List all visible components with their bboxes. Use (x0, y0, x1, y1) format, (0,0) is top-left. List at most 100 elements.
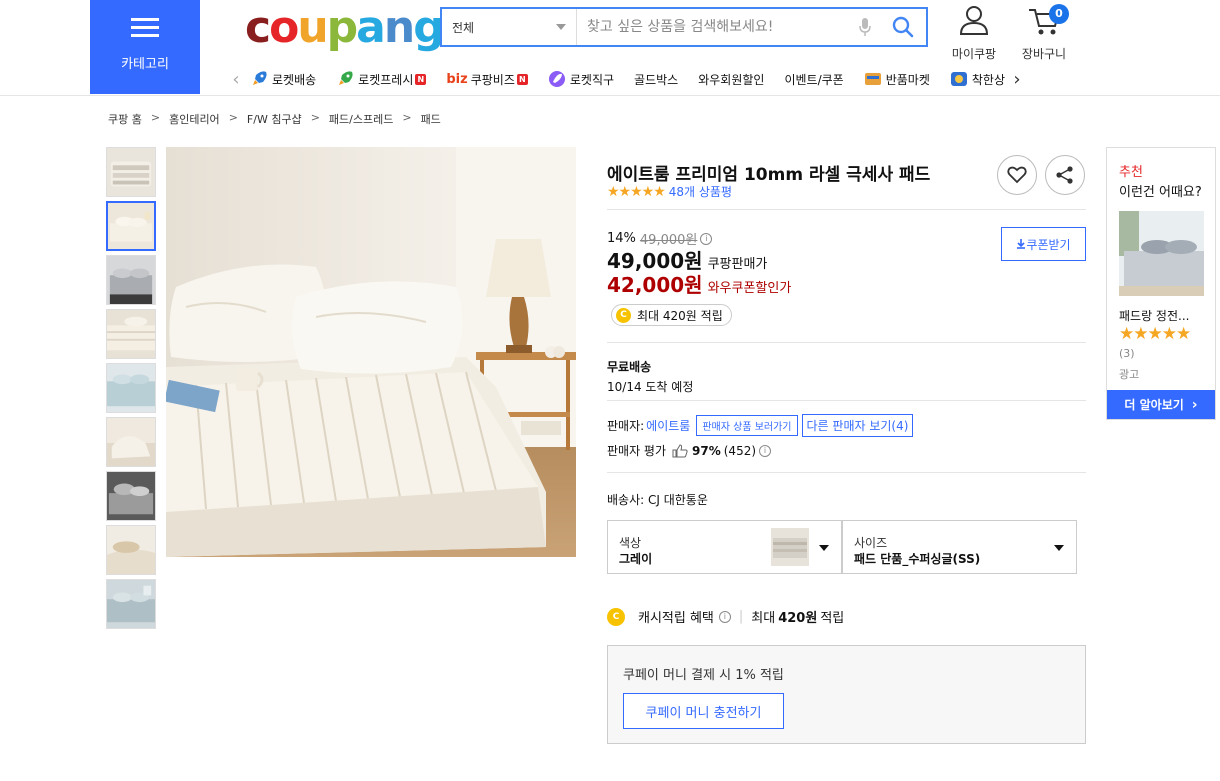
biz-icon: biz (446, 71, 468, 87)
nav-item-label: 로켓직구 (569, 72, 615, 87)
mycoupang-label: 마이쿠팡 (951, 47, 997, 61)
cash-reward-text: 최대 420원 적립 (637, 308, 723, 323)
learn-more-label: 더 알아보기 (1124, 398, 1184, 412)
seller-rating-label: 판매자 평가 (607, 444, 667, 458)
thumbs-up-icon (672, 443, 688, 457)
product-thumbnail[interactable] (106, 255, 156, 305)
coupang-logo[interactable]: coupang (245, 2, 445, 54)
nav-item-label: 반품마켓 (885, 72, 930, 87)
color-option-select[interactable]: 색상 그레이 (607, 520, 842, 574)
category-label: 카테고리 (121, 57, 169, 72)
nav-item-rocket-global[interactable]: 로켓직구 (548, 70, 614, 88)
nav-next-icon[interactable]: › (1009, 69, 1025, 90)
chevron-down-icon (556, 24, 566, 30)
learn-more-button[interactable]: 더 알아보기 › (1107, 390, 1215, 419)
new-badge: N (415, 73, 427, 85)
nav-item-goldbox[interactable]: 골드박스 (634, 71, 678, 88)
cart-button[interactable]: 0 장바구니 (1009, 4, 1079, 62)
rating-row: ★★★★★ 48개 상품평 (607, 183, 732, 200)
info-icon[interactable]: i (759, 444, 772, 457)
nav-item-label: 착한상 (971, 72, 1006, 87)
coupay-charge-button[interactable]: 쿠페이 머니 충전하기 (623, 693, 784, 729)
divider (607, 342, 1086, 343)
nav-prev-icon[interactable]: ‹ (228, 69, 244, 90)
get-coupon-button[interactable]: 쿠폰받기 (1001, 227, 1086, 261)
breadcrumb-item[interactable]: 홈인테리어 (169, 111, 220, 127)
chevron-down-icon (1054, 545, 1064, 551)
nav-item-good-store[interactable]: 착한상 (950, 70, 1005, 88)
breadcrumb-item[interactable]: 패드/스프레드 (329, 111, 393, 127)
seller-prefix: 판매자: (607, 419, 645, 433)
category-menu-button[interactable]: 카테고리 (90, 0, 200, 94)
cash-benefit-row: C 캐시적립 혜택 i | 최대 420원 적립 (607, 607, 844, 626)
chevron-down-icon (819, 545, 829, 551)
info-icon[interactable]: i (718, 610, 731, 623)
product-thumbnail[interactable] (106, 471, 156, 521)
product-thumbnail[interactable] (106, 579, 156, 629)
product-thumbnail[interactable] (106, 363, 156, 413)
share-button[interactable] (1045, 155, 1085, 195)
nav-item-rocket-fresh[interactable]: 로켓프레시 N (336, 70, 427, 88)
breadcrumb-item[interactable]: 쿠팡 홈 (108, 111, 142, 127)
mycoupang-button[interactable]: 마이쿠팡 (939, 4, 1009, 62)
search-input[interactable] (577, 9, 850, 45)
share-icon (1056, 166, 1073, 184)
product-thumbnail[interactable] (106, 525, 156, 575)
size-option-select[interactable]: 사이즈 패드 단품_수퍼싱글(SS) (842, 520, 1077, 574)
divider (607, 209, 1086, 210)
nav-item-return-market[interactable]: 반품마켓 (864, 70, 930, 88)
nav-item-label: 이벤트/쿠폰 (784, 72, 844, 87)
rocket-icon (253, 71, 267, 85)
header-divider (0, 95, 1220, 96)
size-option-label: 사이즈 (854, 536, 888, 550)
recommended-rating-stars-icon: ★★★★★ (1119, 324, 1191, 344)
good-store-icon (950, 72, 967, 86)
hamburger-icon (131, 18, 159, 38)
search-bar: 전체 (440, 7, 928, 47)
nav-item-label: 로켓배송 (272, 72, 317, 87)
search-icon (892, 16, 914, 38)
nav-item-wow-discount[interactable]: 와우회원할인 (698, 71, 764, 88)
search-scope-select[interactable]: 전체 (442, 9, 577, 45)
product-thumbnail[interactable] (106, 147, 156, 197)
recommended-product-name[interactable]: 패드랑 정전... (1119, 307, 1189, 324)
cash-coin-icon: C (616, 307, 631, 323)
rating-stars-icon: ★★★★★ (607, 183, 666, 200)
product-thumbnail[interactable] (106, 201, 156, 251)
nav-item-coupang-biz[interactable]: biz 쿠팡비즈 N (446, 71, 528, 88)
cart-count-badge: 0 (1049, 4, 1069, 24)
user-icon (959, 6, 989, 35)
nav-item-rocket-delivery[interactable]: 로켓배송 (250, 70, 316, 88)
new-badge: N (516, 73, 528, 85)
nav-item-label: 골드박스 (634, 72, 679, 87)
ad-label: 광고 (1119, 368, 1140, 381)
product-thumbnail[interactable] (106, 309, 156, 359)
thumbnail-list (106, 147, 156, 633)
product-main-image[interactable] (166, 147, 576, 557)
review-count-link[interactable]: 48개 상품평 (669, 183, 732, 200)
search-button[interactable] (880, 9, 926, 45)
shipping-title: 무료배송 (607, 360, 652, 374)
seller-products-tooltip[interactable]: 판매자 상품 보러가기 (696, 415, 798, 436)
coupay-benefit-text: 쿠페이 머니 결제 시 1% 적립 (623, 668, 784, 683)
product-thumbnail[interactable] (106, 417, 156, 467)
recommended-product-image[interactable] (1119, 211, 1204, 296)
seller-rating-percent: 97% (692, 443, 721, 458)
recommend-title: 추천 (1119, 165, 1143, 180)
seller-name-link[interactable]: 에이트룸 (646, 417, 690, 434)
voice-search-icon[interactable] (850, 9, 880, 45)
nav-item-events-coupons[interactable]: 이벤트/쿠폰 (784, 71, 843, 88)
nav-item-label: 와우회원할인 (698, 72, 765, 87)
cash-benefit-label: 캐시적립 혜택 (638, 611, 714, 626)
other-sellers-button[interactable]: 다른 판매자 보기(4) (801, 414, 914, 437)
breadcrumb-item[interactable]: F/W 침구샵 (247, 111, 302, 127)
size-option-value: 패드 단품_수퍼싱글(SS) (854, 552, 981, 566)
info-icon[interactable]: i (700, 232, 713, 245)
breadcrumb: 쿠팡 홈 > 홈인테리어 > F/W 침구샵 > 패드/스프레드 > 패드 (108, 111, 441, 127)
wishlist-button[interactable] (997, 155, 1037, 195)
product-title: 에이트룸 프리미엄 10mm 라셀 극세사 패드 (607, 165, 931, 185)
chevron-right-icon: › (1191, 396, 1198, 413)
get-coupon-label: 쿠폰받기 (1026, 237, 1071, 252)
discount-rate: 14% (607, 231, 636, 246)
breadcrumb-item[interactable]: 패드 (421, 111, 441, 127)
